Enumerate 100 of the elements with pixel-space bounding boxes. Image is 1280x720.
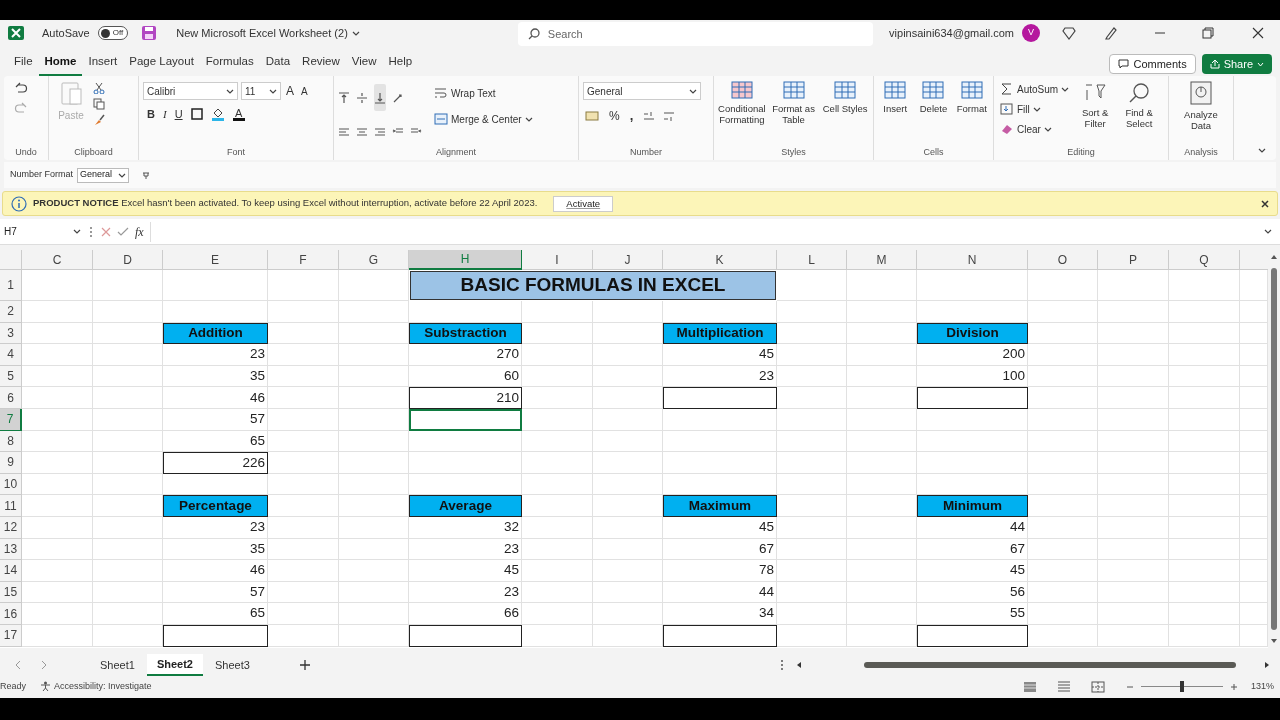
ribbon-button[interactable]: Conditional Formatting xyxy=(718,80,766,146)
table-cell[interactable] xyxy=(917,624,1028,647)
table-cell[interactable]: 67 xyxy=(663,538,777,561)
column-header[interactable]: M xyxy=(847,250,917,270)
row-header[interactable]: 17 xyxy=(0,624,22,647)
ribbon-button[interactable]: Fill xyxy=(998,100,1072,118)
add-sheet-button[interactable] xyxy=(299,660,310,670)
table-cell[interactable]: 67 xyxy=(917,538,1028,561)
row-header[interactable]: 10 xyxy=(0,473,22,496)
column-header[interactable]: N xyxy=(917,250,1028,270)
table-header-cell[interactable]: Division xyxy=(917,322,1028,345)
page-break-view-button[interactable] xyxy=(1090,680,1105,693)
table-cell[interactable]: 66 xyxy=(409,603,522,625)
insert-function-button[interactable]: fx xyxy=(135,222,144,241)
undo-button[interactable] xyxy=(14,82,28,94)
cut-button[interactable] xyxy=(93,82,105,94)
table-header-cell[interactable]: Average xyxy=(409,495,522,517)
table-cell[interactable] xyxy=(663,387,777,409)
underline-button[interactable]: U xyxy=(174,106,183,123)
decrease-decimal-button[interactable] xyxy=(663,109,676,122)
row-header[interactable]: 4 xyxy=(0,344,22,366)
ribbon-tab[interactable]: Page Layout xyxy=(123,52,200,76)
table-cell[interactable]: 23 xyxy=(663,365,777,388)
table-cell[interactable]: 100 xyxy=(917,365,1028,388)
ribbon-button[interactable]: Delete xyxy=(916,80,951,146)
number-format-dropdown[interactable]: General xyxy=(583,82,701,100)
table-cell[interactable]: 55 xyxy=(917,603,1028,625)
bottom-align-button[interactable] xyxy=(374,84,386,111)
redo-button[interactable] xyxy=(14,102,28,114)
copy-button[interactable] xyxy=(93,98,105,110)
row-header[interactable]: 3 xyxy=(0,322,22,345)
table-cell[interactable]: 65 xyxy=(163,603,268,625)
row-header[interactable]: 8 xyxy=(0,430,22,453)
percent-button[interactable]: % xyxy=(609,106,620,125)
font-size-dropdown[interactable]: 11 xyxy=(241,82,281,100)
table-cell[interactable]: 46 xyxy=(163,387,268,409)
row-header[interactable]: 6 xyxy=(0,387,22,409)
row-header[interactable]: 9 xyxy=(0,452,22,474)
table-cell[interactable]: 34 xyxy=(663,603,777,625)
ribbon-button[interactable]: AutoSum xyxy=(998,80,1072,98)
column-header[interactable]: I xyxy=(522,250,593,270)
ribbon-button[interactable]: Clear xyxy=(998,120,1072,138)
table-header-cell[interactable]: Multiplication xyxy=(663,322,777,345)
horizontal-scrollbar[interactable] xyxy=(795,661,1270,669)
select-all-button[interactable] xyxy=(0,250,22,270)
table-cell[interactable]: 23 xyxy=(409,581,522,604)
ribbon-tab[interactable]: Formulas xyxy=(199,52,260,76)
search-field[interactable]: Search xyxy=(517,22,873,46)
row-header[interactable]: 1 xyxy=(0,270,22,301)
ribbon-tab[interactable]: Review xyxy=(296,52,346,76)
page-layout-view-button[interactable] xyxy=(1056,680,1071,693)
column-header[interactable]: J xyxy=(593,250,663,270)
column-header[interactable]: F xyxy=(268,250,339,270)
ribbon-button[interactable]: Analyze Data xyxy=(1177,80,1225,146)
ribbon-button[interactable]: Cell Styles xyxy=(821,80,869,146)
sheet-tab[interactable]: Sheet3 xyxy=(204,654,260,676)
bold-button[interactable]: B xyxy=(147,106,155,123)
row-header[interactable]: 15 xyxy=(0,581,22,604)
zoom-slider[interactable] xyxy=(1179,681,1184,692)
increase-font-button[interactable]: A xyxy=(284,82,296,100)
ribbon-tab[interactable]: View xyxy=(345,52,383,76)
italic-button[interactable]: I xyxy=(162,106,167,123)
table-cell[interactable]: 270 xyxy=(409,344,522,366)
ribbon-tab[interactable]: Insert xyxy=(82,52,124,76)
wrap-text-button[interactable]: Wrap Text xyxy=(432,84,535,102)
table-cell[interactable]: 210 xyxy=(409,387,522,409)
table-cell[interactable]: 23 xyxy=(163,344,268,366)
table-cell[interactable]: 44 xyxy=(663,581,777,604)
column-header[interactable]: D xyxy=(93,250,163,270)
title-cell[interactable]: BASIC FORMULAS IN EXCEL xyxy=(410,271,776,300)
format-painter-button[interactable] xyxy=(93,114,105,126)
table-cell[interactable]: 46 xyxy=(163,560,268,582)
table-cell[interactable] xyxy=(917,387,1028,409)
font-color-button[interactable]: A xyxy=(232,107,245,121)
table-header-cell[interactable]: Minimum xyxy=(917,495,1028,517)
row-header[interactable]: 2 xyxy=(0,301,22,323)
avatar[interactable]: V xyxy=(1022,24,1040,42)
comma-button[interactable]: , xyxy=(627,106,636,126)
selected-cell[interactable] xyxy=(409,408,522,431)
table-cell[interactable]: 23 xyxy=(409,538,522,561)
table-cell[interactable]: 226 xyxy=(163,452,268,474)
row-header[interactable]: 14 xyxy=(0,560,22,582)
table-cell[interactable]: 65 xyxy=(163,430,268,453)
ribbon-button[interactable]: Format as Table xyxy=(769,80,818,146)
ribbon-button[interactable]: Sort & Filter xyxy=(1075,82,1116,146)
table-cell[interactable]: 35 xyxy=(163,365,268,388)
column-header[interactable]: E xyxy=(163,250,268,270)
column-header[interactable]: K xyxy=(663,250,777,270)
table-header-cell[interactable]: Percentage xyxy=(163,495,268,517)
autosave-toggle[interactable]: Off xyxy=(97,26,129,40)
normal-view-button[interactable] xyxy=(1022,680,1037,693)
table-cell[interactable]: 45 xyxy=(917,560,1028,582)
increase-decimal-button[interactable] xyxy=(643,109,656,122)
sheet-tab[interactable]: Sheet2 xyxy=(146,654,203,676)
table-cell[interactable]: 56 xyxy=(917,581,1028,604)
column-header[interactable]: O xyxy=(1028,250,1098,270)
accessibility-button[interactable]: Accessibility: Investigate xyxy=(40,679,152,694)
ribbon-tab[interactable]: Data xyxy=(259,52,297,76)
table-cell[interactable]: 45 xyxy=(663,344,777,366)
table-cell[interactable]: 57 xyxy=(163,408,268,431)
